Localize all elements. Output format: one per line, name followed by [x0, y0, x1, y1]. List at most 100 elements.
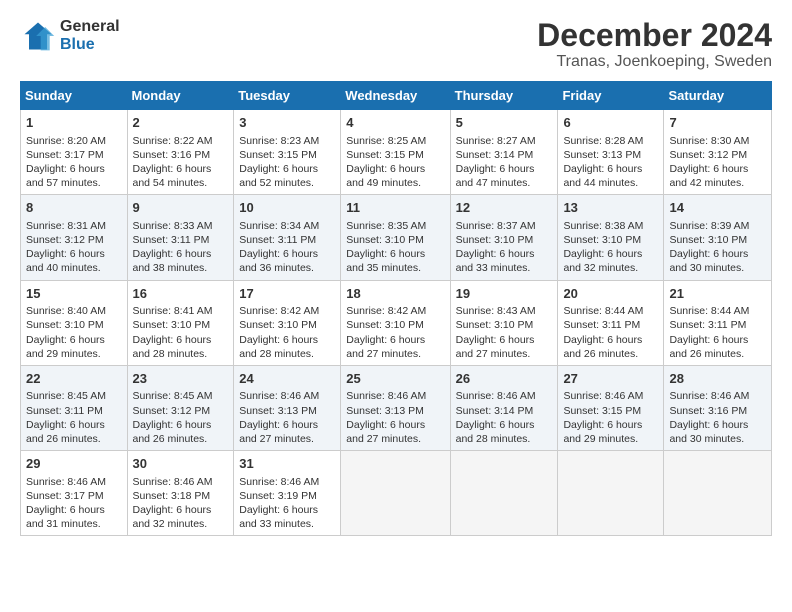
sunrise-label: Sunrise: 8:46 AM [669, 390, 749, 402]
daylight-label: Daylight: 6 hours [563, 334, 642, 346]
daylight-label: Daylight: 6 hours [456, 419, 535, 431]
daylight-minutes: and 28 minutes. [239, 348, 314, 360]
sunset-label: Sunset: 3:12 PM [133, 405, 211, 417]
sunrise-label: Sunrise: 8:37 AM [456, 220, 536, 232]
daylight-minutes: and 30 minutes. [669, 433, 744, 445]
sunset-label: Sunset: 3:10 PM [133, 319, 211, 331]
day-cell-30: 30Sunrise: 8:46 AMSunset: 3:18 PMDayligh… [127, 451, 234, 536]
sunset-label: Sunset: 3:10 PM [563, 234, 641, 246]
day-number: 10 [239, 199, 335, 217]
daylight-label: Daylight: 6 hours [346, 419, 425, 431]
sunrise-label: Sunrise: 8:28 AM [563, 135, 643, 147]
sunset-label: Sunset: 3:11 PM [26, 405, 103, 417]
daylight-minutes: and 33 minutes. [239, 518, 314, 530]
logo-line2: Blue [60, 36, 120, 54]
daylight-label: Daylight: 6 hours [346, 334, 425, 346]
day-number: 26 [456, 370, 553, 388]
calendar-week-3: 15Sunrise: 8:40 AMSunset: 3:10 PMDayligh… [21, 280, 772, 365]
sunset-label: Sunset: 3:10 PM [456, 319, 534, 331]
day-cell-12: 12Sunrise: 8:37 AMSunset: 3:10 PMDayligh… [450, 195, 558, 280]
header: General Blue December 2024 Tranas, Joenk… [20, 18, 772, 71]
daylight-minutes: and 38 minutes. [133, 262, 208, 274]
day-cell-1: 1Sunrise: 8:20 AMSunset: 3:17 PMDaylight… [21, 110, 128, 195]
day-cell-15: 15Sunrise: 8:40 AMSunset: 3:10 PMDayligh… [21, 280, 128, 365]
header-wednesday: Wednesday [341, 82, 450, 110]
daylight-minutes: and 26 minutes. [133, 433, 208, 445]
sunset-label: Sunset: 3:15 PM [239, 149, 317, 161]
daylight-label: Daylight: 6 hours [669, 419, 748, 431]
sunset-label: Sunset: 3:12 PM [26, 234, 104, 246]
daylight-minutes: and 27 minutes. [456, 348, 531, 360]
empty-cell [664, 451, 772, 536]
day-number: 28 [669, 370, 766, 388]
day-number: 20 [563, 285, 658, 303]
empty-cell [450, 451, 558, 536]
day-cell-9: 9Sunrise: 8:33 AMSunset: 3:11 PMDaylight… [127, 195, 234, 280]
sunset-label: Sunset: 3:10 PM [346, 319, 424, 331]
daylight-label: Daylight: 6 hours [239, 248, 318, 260]
daylight-minutes: and 32 minutes. [563, 262, 638, 274]
sunrise-label: Sunrise: 8:30 AM [669, 135, 749, 147]
title-area: December 2024 Tranas, Joenkoeping, Swede… [537, 18, 772, 71]
sunrise-label: Sunrise: 8:44 AM [669, 305, 749, 317]
sunrise-label: Sunrise: 8:31 AM [26, 220, 106, 232]
daylight-minutes: and 36 minutes. [239, 262, 314, 274]
daylight-minutes: and 29 minutes. [563, 433, 638, 445]
daylight-label: Daylight: 6 hours [563, 163, 642, 175]
header-sunday: Sunday [21, 82, 128, 110]
daylight-minutes: and 28 minutes. [456, 433, 531, 445]
daylight-minutes: and 26 minutes. [669, 348, 744, 360]
sunset-label: Sunset: 3:13 PM [346, 405, 424, 417]
sunset-label: Sunset: 3:11 PM [563, 319, 640, 331]
sunset-label: Sunset: 3:11 PM [669, 319, 746, 331]
day-cell-27: 27Sunrise: 8:46 AMSunset: 3:15 PMDayligh… [558, 365, 664, 450]
daylight-label: Daylight: 6 hours [133, 504, 212, 516]
day-cell-19: 19Sunrise: 8:43 AMSunset: 3:10 PMDayligh… [450, 280, 558, 365]
daylight-minutes: and 30 minutes. [669, 262, 744, 274]
sunset-label: Sunset: 3:14 PM [456, 405, 534, 417]
day-number: 5 [456, 114, 553, 132]
sunrise-label: Sunrise: 8:46 AM [239, 390, 319, 402]
sunrise-label: Sunrise: 8:39 AM [669, 220, 749, 232]
daylight-label: Daylight: 6 hours [456, 248, 535, 260]
daylight-minutes: and 26 minutes. [26, 433, 101, 445]
day-number: 8 [26, 199, 122, 217]
header-thursday: Thursday [450, 82, 558, 110]
sunrise-label: Sunrise: 8:27 AM [456, 135, 536, 147]
day-cell-18: 18Sunrise: 8:42 AMSunset: 3:10 PMDayligh… [341, 280, 450, 365]
day-cell-21: 21Sunrise: 8:44 AMSunset: 3:11 PMDayligh… [664, 280, 772, 365]
sunrise-label: Sunrise: 8:41 AM [133, 305, 213, 317]
daylight-label: Daylight: 6 hours [26, 163, 105, 175]
day-cell-11: 11Sunrise: 8:35 AMSunset: 3:10 PMDayligh… [341, 195, 450, 280]
sunrise-label: Sunrise: 8:44 AM [563, 305, 643, 317]
daylight-minutes: and 44 minutes. [563, 177, 638, 189]
day-number: 11 [346, 199, 444, 217]
daylight-label: Daylight: 6 hours [133, 248, 212, 260]
daylight-label: Daylight: 6 hours [133, 163, 212, 175]
header-friday: Friday [558, 82, 664, 110]
daylight-label: Daylight: 6 hours [239, 419, 318, 431]
daylight-label: Daylight: 6 hours [239, 163, 318, 175]
day-number: 29 [26, 455, 122, 473]
sunset-label: Sunset: 3:13 PM [563, 149, 641, 161]
day-number: 27 [563, 370, 658, 388]
sunset-label: Sunset: 3:16 PM [133, 149, 211, 161]
sunset-label: Sunset: 3:19 PM [239, 490, 317, 502]
day-number: 31 [239, 455, 335, 473]
day-number: 12 [456, 199, 553, 217]
daylight-minutes: and 27 minutes. [239, 433, 314, 445]
daylight-label: Daylight: 6 hours [563, 419, 642, 431]
sunrise-label: Sunrise: 8:34 AM [239, 220, 319, 232]
sunrise-label: Sunrise: 8:46 AM [239, 476, 319, 488]
daylight-label: Daylight: 6 hours [456, 163, 535, 175]
logo-icon [20, 18, 56, 54]
daylight-minutes: and 42 minutes. [669, 177, 744, 189]
empty-cell [558, 451, 664, 536]
day-number: 30 [133, 455, 229, 473]
sunrise-label: Sunrise: 8:46 AM [133, 476, 213, 488]
day-cell-26: 26Sunrise: 8:46 AMSunset: 3:14 PMDayligh… [450, 365, 558, 450]
day-number: 1 [26, 114, 122, 132]
sunset-label: Sunset: 3:14 PM [456, 149, 534, 161]
sunrise-label: Sunrise: 8:23 AM [239, 135, 319, 147]
daylight-label: Daylight: 6 hours [26, 419, 105, 431]
